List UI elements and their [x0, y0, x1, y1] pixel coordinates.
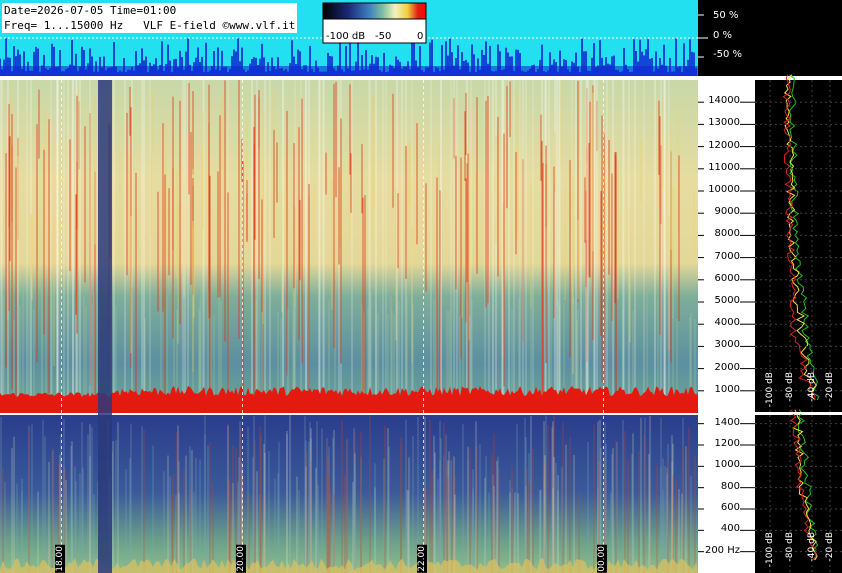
colorbar-label-max: 0 [417, 31, 424, 42]
amp-label-0: 0 % [713, 30, 733, 41]
freq-tick-label: 1400 [714, 416, 740, 428]
freq-tick-label: 5000 [714, 295, 740, 306]
db-tick-label: -20 dB [825, 532, 835, 562]
freq-tick-label: 13000 [708, 117, 740, 129]
freq-tick-label: 1000 [714, 383, 740, 395]
time-tick-label: 00.00 [597, 545, 607, 573]
freq-tick-label: 6000 [714, 272, 740, 284]
time-tick-label: 18.00 [55, 545, 65, 573]
freq-tick-label: 11000 [708, 161, 740, 173]
db-tick-label: -100 dB [765, 372, 775, 408]
data-gap-band [98, 80, 112, 573]
db-tick-label: -80 dB [785, 372, 795, 402]
time-tick-label: 22.00 [417, 545, 427, 573]
freq-tick-label: 800 [720, 480, 740, 492]
freq-tick-label: 400 [720, 523, 740, 535]
colorbar-label-min: -100 dB [326, 31, 366, 42]
db-tick-label: -20 dB [825, 372, 835, 402]
freq-tick-label: 10000 [708, 184, 740, 195]
freq-tick-label: 1200 [714, 438, 740, 449]
freq-tick-label: 1000 [714, 459, 740, 471]
db-tick-label: -40 dB [807, 532, 817, 562]
amp-label-50: 50 % [713, 10, 739, 21]
freq-tick-label: 600 [720, 502, 740, 513]
freq-line: Freq= 1...15000 Hz VLF E-field ©www.vlf.… [4, 19, 296, 32]
freq-tick-label: 200 Hz [704, 544, 740, 556]
db-tick-label: -40 dB [807, 372, 817, 402]
freq-tick-label: 4000 [714, 317, 740, 329]
freq-tick-label: 2000 [714, 361, 740, 373]
freq-tick-label: 8000 [714, 228, 740, 240]
colorbar [322, 2, 427, 20]
db-tick-label: -100 dB [765, 532, 775, 568]
time-tick-label: 20.00 [236, 545, 246, 573]
date-line: Date=2026-07-05 Time=01:00 [4, 4, 177, 17]
colorbar-label-mid: -50 [375, 31, 392, 42]
header-info-box: Date=2026-07-05 Time=01:00 Freq= 1...150… [2, 3, 298, 33]
freq-tick-label: 9000 [714, 206, 740, 218]
db-tick-label: -80 dB [785, 532, 795, 562]
amplitude-base [0, 66, 698, 76]
freq-tick-label: 3000 [714, 339, 740, 351]
freq-tick-label: 12000 [708, 139, 740, 151]
amp-label-minus50: -50 % [713, 49, 743, 60]
freq-tick-label: 14000 [708, 95, 740, 107]
freq-tick-label: 7000 [714, 250, 740, 262]
